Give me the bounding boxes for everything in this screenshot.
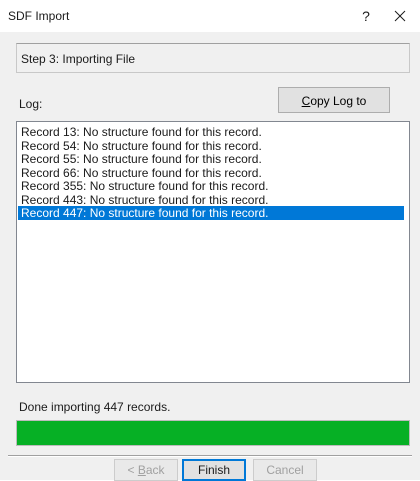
cancel-button[interactable]: Cancel — [253, 459, 317, 481]
title-bar: SDF Import ? — [0, 0, 420, 32]
progress-bar — [16, 420, 410, 446]
help-button[interactable]: ? — [352, 4, 380, 28]
close-button[interactable] — [386, 4, 414, 28]
log-entry[interactable]: Record 54: No structure found for this r… — [18, 139, 404, 153]
back-mnemonic: B — [137, 463, 146, 477]
log-entry[interactable]: Record 443: No structure found for this … — [18, 193, 404, 207]
log-entry[interactable]: Record 55: No structure found for this r… — [18, 152, 404, 166]
log-entry[interactable]: Record 355: No structure found for this … — [18, 179, 404, 193]
sdf-import-dialog: SDF Import ? Step 3: Importing File Log:… — [0, 0, 420, 481]
finish-button[interactable]: Finish — [182, 459, 246, 481]
progress-fill — [17, 421, 409, 445]
log-entry[interactable]: Record 447: No structure found for this … — [18, 206, 404, 220]
log-list[interactable]: Record 13: No structure found for this r… — [16, 121, 410, 383]
separator — [8, 455, 412, 457]
window-title: SDF Import — [8, 9, 70, 23]
back-button[interactable]: < Back — [114, 459, 178, 481]
step-text: Step 3: Importing File — [21, 52, 136, 66]
log-label: Log: — [19, 97, 43, 111]
step-indicator: Step 3: Importing File — [16, 43, 410, 73]
log-entry[interactable]: Record 13: No structure found for this r… — [18, 125, 404, 139]
copy-log-button[interactable]: Copy Log to Clipboard — [278, 87, 390, 134]
log-entry[interactable]: Record 66: No structure found for this r… — [18, 166, 404, 180]
back-prefix: < — [127, 463, 138, 477]
copy-log-mnemonic: C — [301, 94, 311, 108]
back-rest: ack — [145, 463, 165, 477]
status-text: Done importing 447 records. — [19, 400, 171, 414]
close-icon — [394, 10, 406, 22]
